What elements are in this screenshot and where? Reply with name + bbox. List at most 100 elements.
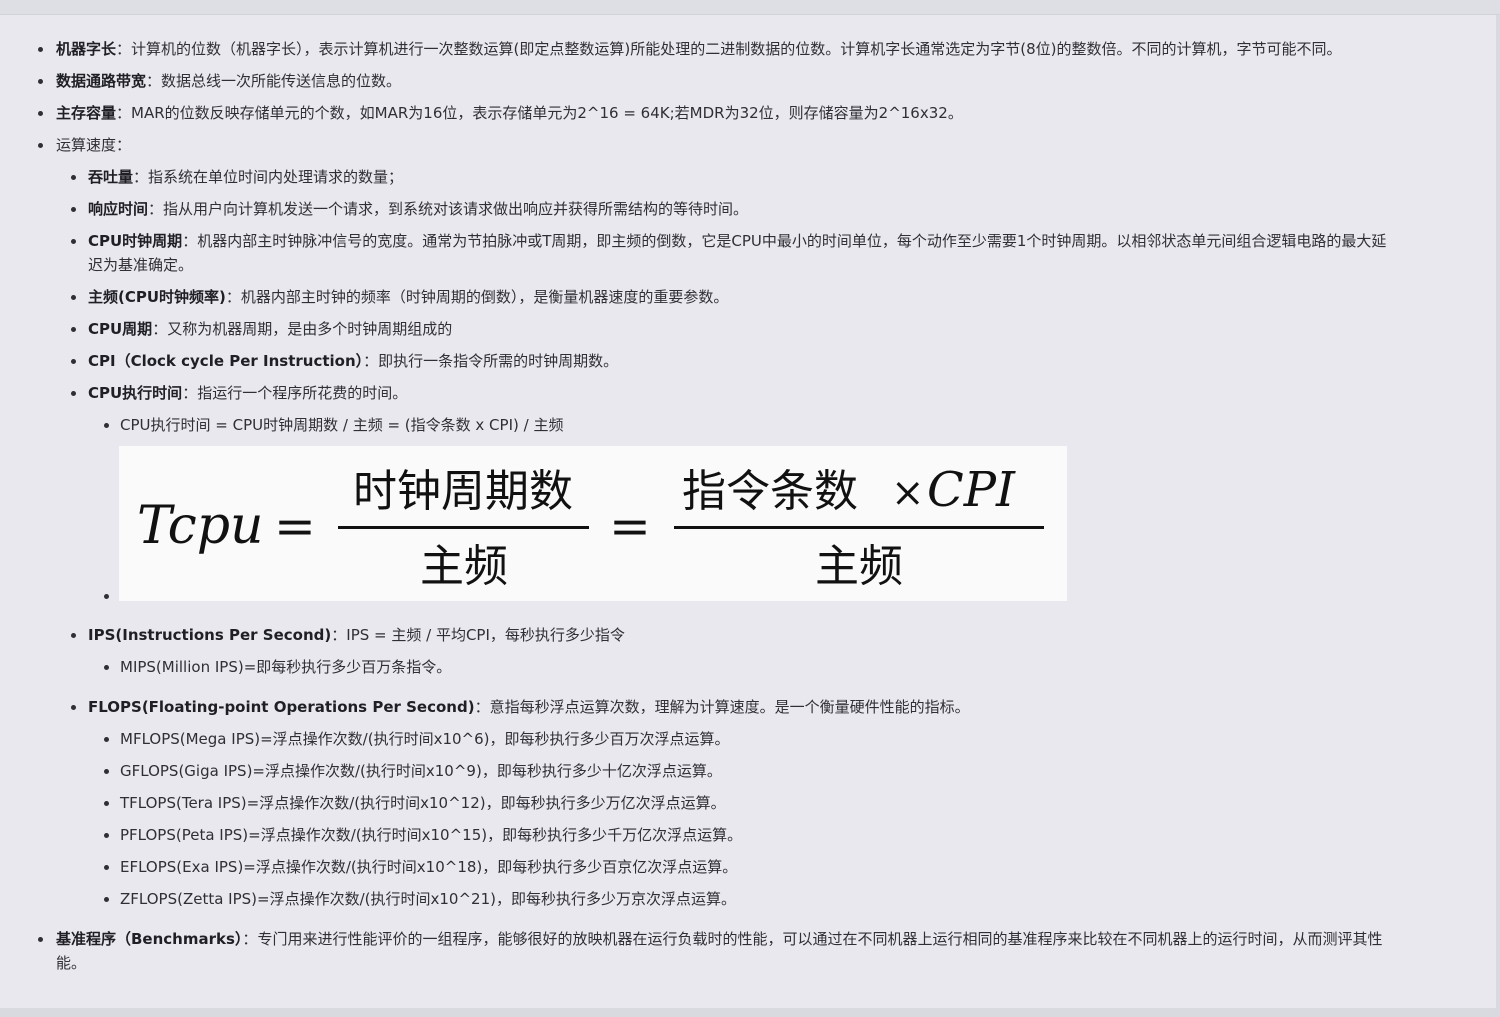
list-item-tflops: TFLOPS(Tera IPS)=浮点操作次数/(执行时间x10^12)，即每秒… xyxy=(120,794,726,812)
term: 响应时间 xyxy=(88,200,149,218)
formula-times: × xyxy=(891,470,925,516)
bullet xyxy=(71,633,76,638)
bullet xyxy=(104,665,109,670)
description: 意指每秒浮点运算次数，理解为计算速度。是一个衡量硬件性能的指标。 xyxy=(489,698,970,716)
list-item-exec-time-formula-text: CPU执行时间 = CPU时钟周期数 / 主频 = (指令条数 x CPI) /… xyxy=(120,413,563,437)
bullet xyxy=(71,705,76,710)
separator: ： xyxy=(148,200,164,218)
bullet xyxy=(71,295,76,300)
bullet xyxy=(104,769,109,774)
list-item-benchmark-cont: 能。 xyxy=(56,951,86,975)
list-item-mips: MIPS(Million IPS)=即每秒执行多少百万条指令。 xyxy=(120,655,451,679)
bullet xyxy=(71,391,76,396)
term: CPU周期 xyxy=(88,320,153,338)
separator: ： xyxy=(146,72,162,90)
bullet xyxy=(104,833,109,838)
separator: ： xyxy=(116,40,132,58)
separator: ： xyxy=(116,104,132,122)
fraction-bar-1 xyxy=(338,526,589,529)
list-item-frequency: 主频(CPU时钟频率)：机器内部主时钟的频率（时钟周期的倒数），是衡量机器速度的… xyxy=(88,285,728,309)
description: CPU执行时间 = CPU时钟周期数 / 主频 = (指令条数 x CPI) /… xyxy=(120,416,564,434)
separator: ： xyxy=(363,352,379,370)
description: 又称为机器周期，是由多个时钟周期组成的 xyxy=(167,320,453,338)
description: 指从用户向计算机发送一个请求，到系统对该请求做出响应并获得所需结构的等待时间。 xyxy=(163,200,749,218)
bullet xyxy=(38,143,43,148)
separator: ： xyxy=(182,232,198,250)
list-item-word-length: 机器字长：计算机的位数（机器字长），表示计算机进行一次整数运算(即定点整数运算)… xyxy=(56,37,1342,61)
bullet xyxy=(104,423,109,428)
description: 机器内部主时钟的频率（时钟周期的倒数），是衡量机器速度的重要参数。 xyxy=(240,288,729,306)
fraction-bar-2 xyxy=(674,526,1044,529)
separator: ： xyxy=(152,320,168,338)
formula-denominator-1: 主频 xyxy=(420,541,508,592)
list-item-exec-time: CPU执行时间：指运行一个程序所花费的时间。 xyxy=(88,381,407,405)
term: CPU时钟周期 xyxy=(88,232,183,250)
term: IPS(Instructions Per Second) xyxy=(88,626,332,644)
term: CPU执行时间 xyxy=(88,384,183,402)
formula-image: Tcpu = 时钟周期数 主频 = 指令条数 × CPI 主频 xyxy=(119,446,1067,601)
separator: ： xyxy=(225,288,241,306)
term: 吞吐量 xyxy=(88,168,134,186)
description: 即执行一条指令所需的时钟周期数。 xyxy=(378,352,619,370)
bullet xyxy=(38,937,43,942)
section-label: 运算速度： xyxy=(56,136,132,154)
list-item-response-time: 响应时间：指从用户向计算机发送一个请求，到系统对该请求做出响应并获得所需结构的等… xyxy=(88,197,748,221)
formula-numerator-2-cn: 指令条数 xyxy=(682,466,858,517)
bullet xyxy=(104,865,109,870)
description: IPS = 主频 / 平均CPI，每秒执行多少指令 xyxy=(346,626,625,644)
description-cont: 能。 xyxy=(56,954,87,972)
bullet xyxy=(71,175,76,180)
list-item-gflops: GFLOPS(Giga IPS)=浮点操作次数/(执行时间x10^9)，即每秒执… xyxy=(120,762,722,780)
formula-denominator-2: 主频 xyxy=(815,541,903,592)
list-item-zflops: ZFLOPS(Zetta IPS)=浮点操作次数/(执行时间x10^21)，即每… xyxy=(120,890,736,908)
formula-svg: Tcpu = 时钟周期数 主频 = 指令条数 × CPI 主频 xyxy=(137,462,1044,592)
bullet xyxy=(104,737,109,742)
bullet xyxy=(104,801,109,806)
formula-eq2: = xyxy=(609,497,651,555)
bullet xyxy=(71,359,76,364)
list-item-speed: 运算速度： xyxy=(56,133,131,157)
list-item-flops: FLOPS(Floating-point Operations Per Seco… xyxy=(88,695,970,719)
list-item-capacity: 主存容量：MAR的位数反映存储单元的个数，如MAR为16位，表示存储单元为2^1… xyxy=(56,101,963,125)
description: 机器内部主时钟脉冲信号的宽度。通常为节拍脉冲或T周期，即主频的倒数，它是CPU中… xyxy=(197,232,1387,250)
term: CPI（Clock cycle Per Instruction） xyxy=(88,352,364,370)
separator: ： xyxy=(474,698,490,716)
term: 机器字长 xyxy=(56,40,117,58)
bullet xyxy=(71,327,76,332)
list-item-bandwidth: 数据通路带宽：数据总线一次所能传送信息的位数。 xyxy=(56,69,401,93)
description: MAR的位数反映存储单元的个数，如MAR为16位，表示存储单元为2^16 = 6… xyxy=(131,104,963,122)
list-item-ips: IPS(Instructions Per Second)：IPS = 主频 / … xyxy=(88,623,625,647)
list-item-eflops: EFLOPS(Exa IPS)=浮点操作次数/(执行时间x10^18)，即每秒执… xyxy=(120,858,738,876)
formula-numerator-1: 时钟周期数 xyxy=(353,466,573,517)
description: 指运行一个程序所花费的时间。 xyxy=(197,384,408,402)
bullet xyxy=(104,897,109,902)
separator: ： xyxy=(331,626,347,644)
bullet xyxy=(38,47,43,52)
term: 主频(CPU时钟频率) xyxy=(88,288,226,306)
formula-eq1: = xyxy=(274,497,316,555)
term: 主存容量 xyxy=(56,104,117,122)
list-item-throughput: 吞吐量：指系统在单位时间内处理请求的数量； xyxy=(88,165,403,189)
list-item-clock-cycle: CPU时钟周期：机器内部主时钟脉冲信号的宽度。通常为节拍脉冲或T周期，即主频的倒… xyxy=(88,229,1386,253)
description: 指系统在单位时间内处理请求的数量； xyxy=(148,168,404,186)
term: 基准程序（Benchmarks） xyxy=(56,930,243,948)
separator: ： xyxy=(182,384,198,402)
description: MIPS(Million IPS)=即每秒执行多少百万条指令。 xyxy=(120,658,452,676)
term: 数据通路带宽 xyxy=(56,72,147,90)
description-cont: 迟为基准确定。 xyxy=(88,256,194,274)
list-item-mflops: MFLOPS(Mega IPS)=浮点操作次数/(执行时间x10^6)，即每秒执… xyxy=(120,730,730,748)
bullet xyxy=(71,207,76,212)
description: 计算机的位数（机器字长），表示计算机进行一次整数运算(即定点整数运算)所能处理的… xyxy=(131,40,1342,58)
bullet xyxy=(71,239,76,244)
list-item-pflops: PFLOPS(Peta IPS)=浮点操作次数/(执行时间x10^15)，即每秒… xyxy=(120,826,743,844)
document-page: 机器字长：计算机的位数（机器字长），表示计算机进行一次整数运算(即定点整数运算)… xyxy=(0,0,1500,1008)
description: 数据总线一次所能传送信息的位数。 xyxy=(161,72,402,90)
formula-lhs: Tcpu xyxy=(137,496,264,556)
separator: ： xyxy=(242,930,258,948)
list-item-clock-cycle-cont: 迟为基准确定。 xyxy=(88,253,193,277)
term: FLOPS(Floating-point Operations Per Seco… xyxy=(88,698,475,716)
separator: ： xyxy=(133,168,149,186)
bullet xyxy=(38,79,43,84)
bullet xyxy=(38,111,43,116)
list-item-cpu-cycle: CPU周期：又称为机器周期，是由多个时钟周期组成的 xyxy=(88,317,452,341)
